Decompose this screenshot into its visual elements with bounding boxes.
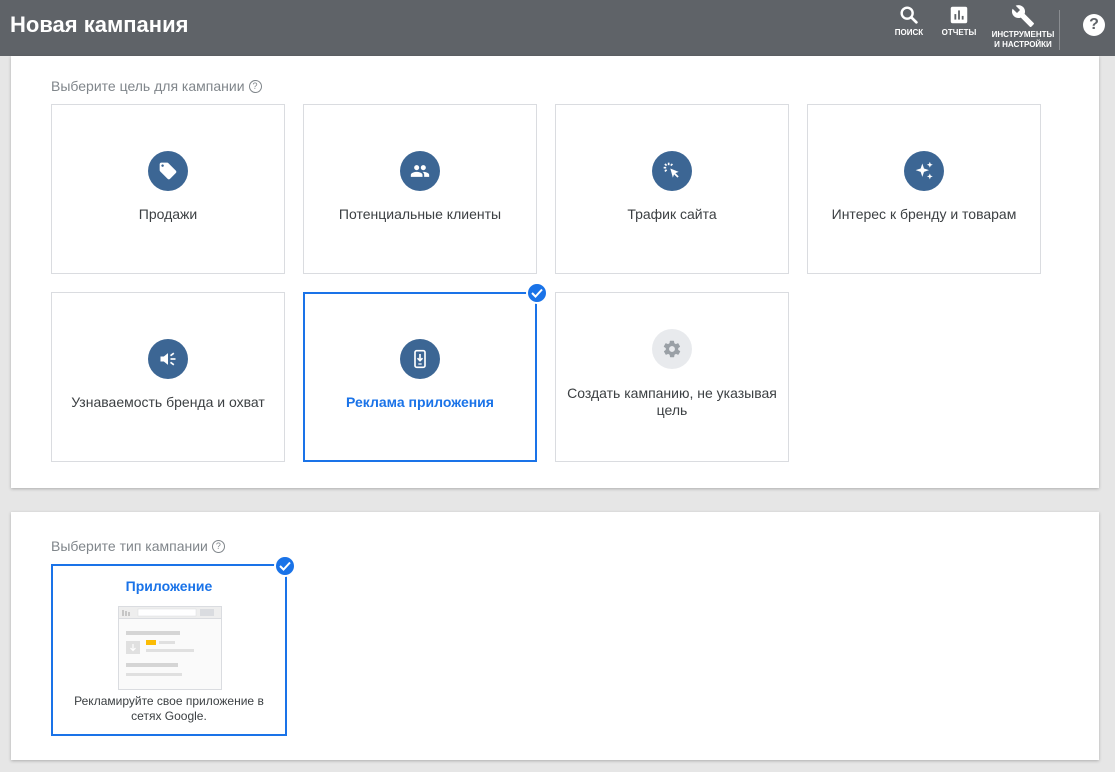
header-divider (1059, 10, 1060, 50)
goal-card-brand-awareness[interactable]: Узнаваемость бренда и охват (51, 292, 285, 462)
type-section-title: Выберите тип кампании (51, 538, 208, 554)
selected-check-icon (274, 555, 296, 577)
tools-label-line2: И НАСТРОЙКИ (994, 40, 1052, 49)
goal-label: Потенциальные клиенты (338, 206, 502, 222)
search-icon (900, 6, 918, 24)
goal-label: Интерес к бренду и товарам (831, 206, 1017, 222)
goal-card-no-goal[interactable]: Создать кампанию, не указывая цель (555, 292, 789, 462)
top-bar: Новая кампания ПОИСК ОТЧЕТЫ ИНСТРУМЕНТЫ … (0, 0, 1115, 56)
reports-button[interactable]: ОТЧЕТЫ (938, 4, 980, 38)
goal-card-leads[interactable]: Потенциальные клиенты (303, 104, 537, 274)
people-icon (400, 151, 440, 191)
goal-card-traffic[interactable]: Трафик сайта (555, 104, 789, 274)
selected-check-icon (526, 282, 548, 304)
sparkle-icon (904, 151, 944, 191)
tools-settings-button[interactable]: ИНСТРУМЕНТЫ И НАСТРОЙКИ (990, 4, 1056, 50)
goal-section-header: Выберите цель для кампании? (51, 78, 262, 94)
search-button[interactable]: ПОИСК (893, 4, 925, 38)
reports-icon (950, 6, 968, 24)
goal-section-title: Выберите цель для кампании (51, 78, 245, 94)
megaphone-icon (148, 339, 188, 379)
reports-label: ОТЧЕТЫ (941, 28, 977, 37)
app-preview-illustration (118, 606, 222, 690)
goal-label: Узнаваемость бренда и охват (71, 394, 265, 410)
goal-card-app-promotion[interactable]: Реклама приложения (303, 292, 537, 462)
goal-label: Реклама приложения (346, 394, 494, 410)
campaign-type-panel: Выберите тип кампании? Приложение Реклам… (11, 512, 1099, 760)
tag-icon (148, 151, 188, 191)
help-icon[interactable]: ? (211, 540, 225, 553)
goal-panel: Выберите цель для кампании? Продажи Поте… (11, 56, 1099, 488)
type-card-app[interactable]: Приложение Рекламируйте свое приложение … (51, 564, 287, 736)
goal-label: Создать кампанию, не указывая цель (567, 385, 777, 418)
wrench-icon (1011, 5, 1034, 27)
gear-icon (652, 329, 692, 369)
goal-label: Продажи (138, 206, 198, 222)
goal-card-brand-interest[interactable]: Интерес к бренду и товарам (807, 104, 1041, 274)
help-icon[interactable]: ? (248, 80, 262, 93)
type-card-description: Рекламируйте свое приложение в сетях Goo… (74, 694, 264, 723)
tools-label-line1: ИНСТРУМЕНТЫ (991, 30, 1055, 39)
goal-label: Трафик сайта (627, 206, 717, 222)
type-card-title: Приложение (125, 578, 213, 594)
page-title: Новая кампания (10, 12, 189, 37)
help-button[interactable]: ? (1083, 14, 1105, 36)
cursor-click-icon (652, 151, 692, 191)
phone-download-icon (400, 339, 440, 379)
search-label: ПОИСК (894, 28, 924, 37)
goal-card-sales[interactable]: Продажи (51, 104, 285, 274)
type-section-header: Выберите тип кампании? (51, 538, 225, 554)
